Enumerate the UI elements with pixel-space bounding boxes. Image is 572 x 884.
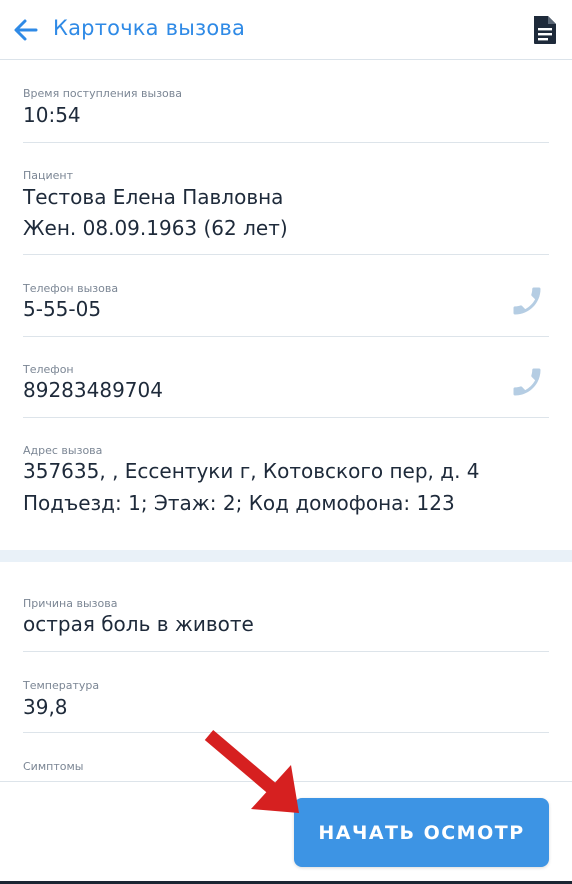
field-label: Время поступления вызова	[23, 87, 183, 100]
field-phone: Телефон 89283489704	[23, 337, 549, 418]
start-examination-button[interactable]: НАЧАТЬ ОСМОТР	[294, 798, 549, 867]
section-separator	[0, 550, 572, 562]
field-value: 10:54	[23, 103, 81, 127]
field-call-phone: Телефон вызова 5-55-05	[23, 255, 549, 337]
phone-icon[interactable]	[509, 283, 545, 319]
field-address: Адрес вызова 357635, , Ессентуки г, Кото…	[23, 418, 549, 550]
patient-name: Тестова Елена Павловна	[23, 185, 284, 209]
address-line-1: 357635, , Ессентуки г, Котовского пер, д…	[23, 459, 480, 483]
field-temperature: Температура 39,8	[23, 652, 549, 733]
field-label: Пациент	[23, 169, 74, 182]
field-label: Адрес вызова	[23, 444, 103, 457]
document-icon[interactable]	[531, 14, 559, 46]
patient-details: Жен. 08.09.1963 (62 лет)	[23, 216, 288, 240]
field-patient: Пациент Тестова Елена Павловна Жен. 08.0…	[23, 143, 549, 255]
field-value[interactable]: 89283489704	[23, 378, 163, 402]
field-label: Температура	[23, 679, 100, 692]
field-label: Телефон вызова	[23, 282, 119, 295]
field-label: Телефон	[23, 363, 74, 376]
field-call-time: Время поступления вызова 10:54	[23, 60, 549, 143]
address-line-2: Подъезд: 1; Этаж: 2; Код домофона: 123	[23, 491, 455, 515]
arrow-left-icon[interactable]	[12, 16, 40, 44]
field-value: острая боль в животе	[23, 612, 254, 636]
page-title: Карточка вызова	[53, 16, 246, 40]
app-header: Карточка вызова	[0, 0, 572, 60]
field-reason: Причина вызова острая боль в животе	[23, 570, 549, 652]
field-value: 39,8	[23, 695, 68, 719]
field-label: Симптомы	[23, 760, 84, 773]
field-symptoms: Симптомы	[23, 733, 549, 781]
field-label: Причина вызова	[23, 597, 118, 610]
phone-icon[interactable]	[509, 364, 545, 400]
field-value[interactable]: 5-55-05	[23, 297, 101, 321]
